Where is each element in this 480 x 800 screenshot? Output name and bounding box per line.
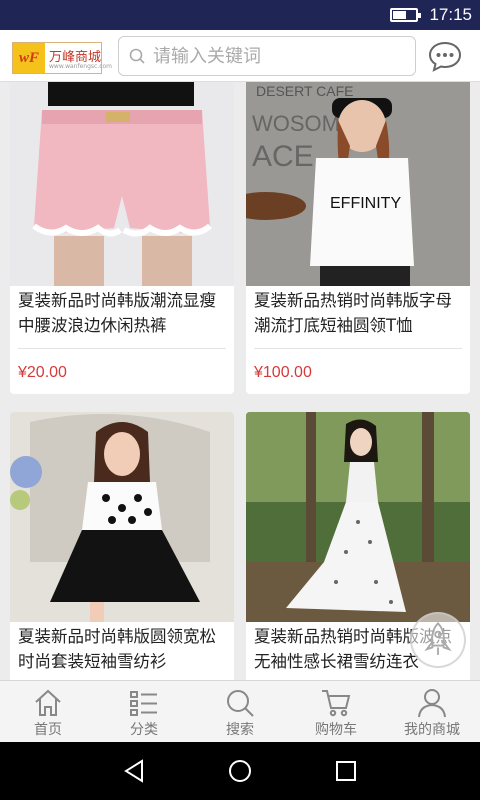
app-logo[interactable]: wF 万峰商城 www.wanfengsc.com xyxy=(12,42,112,74)
divider xyxy=(18,348,226,349)
product-image-white-tshirt: DESERT CAFE WOSOME ACE EFFINITY xyxy=(246,82,470,286)
product-title: 夏装新品时尚韩版潮流显瘦中腰波浪边休闲热裤 xyxy=(18,291,216,335)
chat-bubble-icon[interactable] xyxy=(428,40,462,72)
rocket-icon xyxy=(424,621,452,655)
floating-rocket-button[interactable] xyxy=(410,612,466,668)
user-icon xyxy=(418,689,446,718)
divider xyxy=(254,348,462,349)
svg-text:DESERT CAFE: DESERT CAFE xyxy=(256,83,354,99)
product-title: 夏装新品时尚韩版圆领宽松时尚套装短袖雪纺衫 xyxy=(18,627,216,671)
product-image-white-maxi-dress xyxy=(246,412,470,622)
product-image-pink-shorts xyxy=(10,82,234,286)
svg-text:ACE: ACE xyxy=(252,140,314,173)
product-card[interactable]: 夏装新品时尚韩版潮流显瘦中腰波浪边休闲热裤 ¥20.00 xyxy=(10,82,234,394)
tab-category[interactable]: 分类 xyxy=(96,681,192,742)
search-icon xyxy=(227,690,254,717)
clock: 17:15 xyxy=(429,5,472,24)
search-icon xyxy=(129,48,145,64)
cart-icon xyxy=(322,690,351,717)
battery-icon xyxy=(390,8,421,22)
tab-home[interactable]: 首页 xyxy=(0,681,96,742)
tab-label: 购物车 xyxy=(315,722,357,738)
product-title: 夏装新品热销时尚韩版字母潮流打底短袖圆领T恤 xyxy=(254,291,452,335)
product-image-polka-dot-blouse xyxy=(10,412,234,622)
product-card[interactable]: 夏装新品时尚韩版圆领宽松时尚套装短袖雪纺衫 xyxy=(10,412,234,680)
search-box[interactable] xyxy=(118,36,416,76)
category-list-icon xyxy=(130,691,157,716)
tab-label: 分类 xyxy=(130,722,158,738)
tab-search[interactable]: 搜索 xyxy=(192,681,288,742)
logo-url-text: www.wanfengsc.com xyxy=(49,63,113,70)
recents-icon[interactable] xyxy=(334,759,358,783)
logo-mark: wF xyxy=(13,43,45,73)
tab-my-mall[interactable]: 我的商城 xyxy=(384,681,480,742)
product-grid: 夏装新品时尚韩版潮流显瘦中腰波浪边休闲热裤 ¥20.00 DESERT CAFE… xyxy=(0,82,480,680)
search-input[interactable] xyxy=(153,42,403,70)
bottom-tab-bar: 首页 分类 搜索 购物车 我的商城 xyxy=(0,680,480,742)
back-icon[interactable] xyxy=(122,759,146,783)
tab-label: 搜索 xyxy=(226,722,254,738)
home-circle-icon[interactable] xyxy=(228,759,252,783)
product-price: ¥100.00 xyxy=(254,364,312,381)
status-bar: 17:15 xyxy=(0,0,480,30)
system-nav-bar xyxy=(0,742,480,800)
tab-label: 我的商城 xyxy=(404,722,460,738)
product-card[interactable]: DESERT CAFE WOSOME ACE EFFINITY 夏装新品热销时尚… xyxy=(246,82,470,394)
svg-text:EFFINITY: EFFINITY xyxy=(330,195,401,212)
tab-cart[interactable]: 购物车 xyxy=(288,681,384,742)
app-header: wF 万峰商城 www.wanfengsc.com xyxy=(0,30,480,82)
home-icon xyxy=(35,689,61,716)
tab-label: 首页 xyxy=(34,722,62,738)
product-price: ¥20.00 xyxy=(18,364,67,381)
